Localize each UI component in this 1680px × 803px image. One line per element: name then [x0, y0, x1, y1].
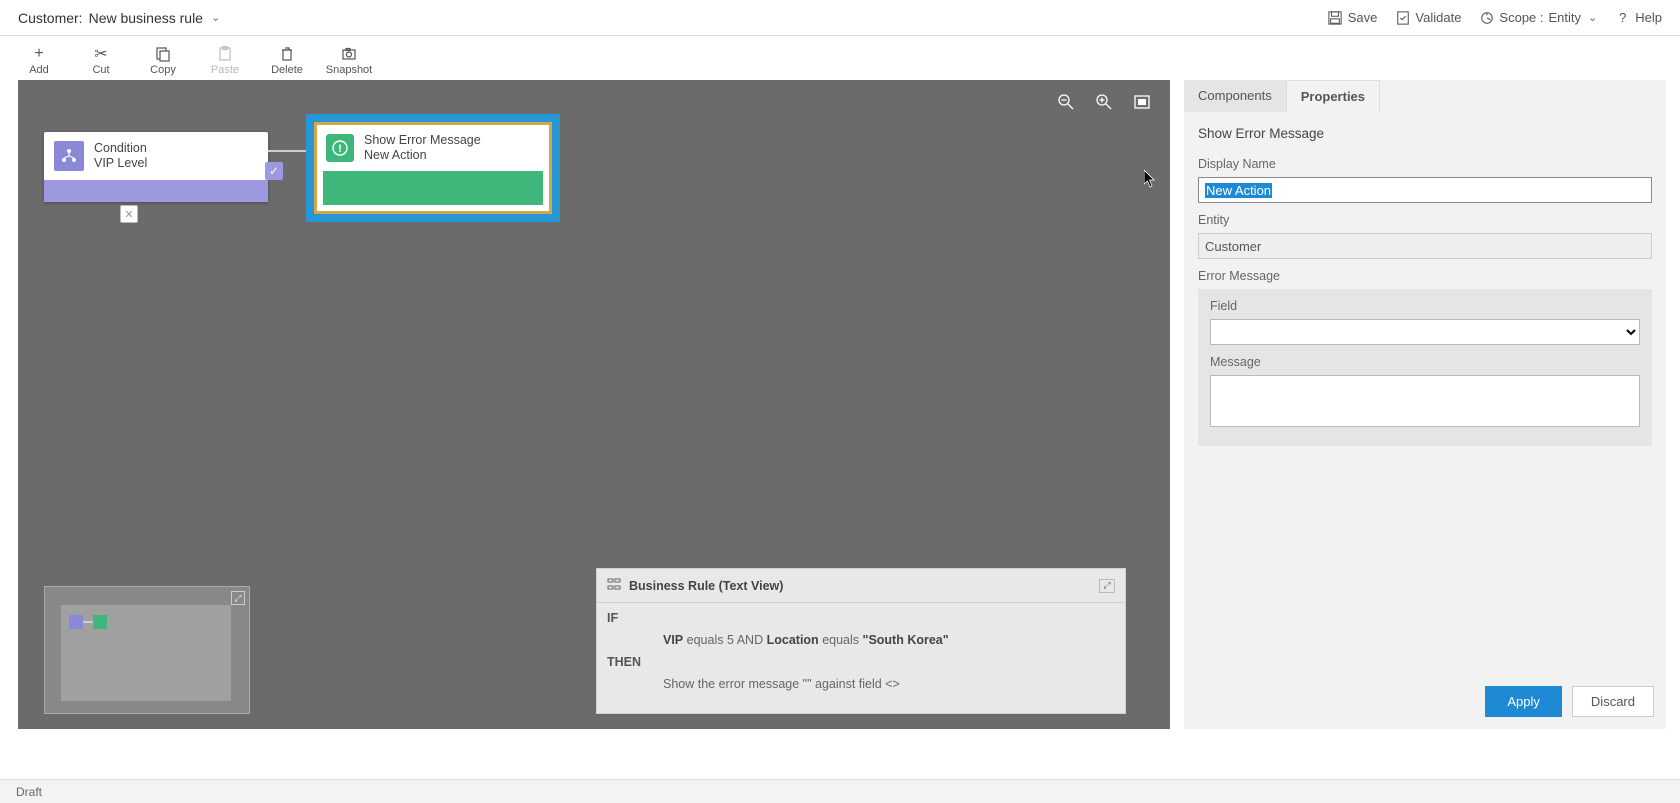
condition-title: Condition [94, 141, 147, 156]
add-button[interactable]: + Add [10, 44, 68, 76]
validate-icon [1395, 10, 1410, 25]
text-view-title: Business Rule (Text View) [629, 579, 783, 593]
paste-button: Paste [196, 44, 254, 76]
save-icon [1328, 10, 1343, 25]
copy-button[interactable]: Copy [134, 44, 192, 76]
status-bar: Draft [0, 779, 1680, 803]
action-title: Show Error Message [364, 133, 481, 148]
error-message-label: Error Message [1198, 269, 1652, 283]
svg-text:!: ! [338, 143, 342, 155]
then-action-text: Show the error message "" against field … [663, 677, 900, 691]
entity-input [1198, 233, 1652, 259]
paste-label: Paste [196, 64, 254, 76]
expand-icon[interactable]: ⤢ [231, 591, 245, 605]
chevron-down-icon[interactable]: ⌄ [211, 11, 220, 24]
tab-properties[interactable]: Properties [1286, 80, 1380, 112]
plus-icon: + [10, 44, 68, 64]
cut-button[interactable]: ✂ Cut [72, 44, 130, 76]
delete-button[interactable]: Delete [258, 44, 316, 76]
text-view-icon [607, 577, 621, 594]
save-button[interactable]: Save [1328, 10, 1378, 25]
display-name-input[interactable]: New Action [1198, 177, 1652, 203]
camera-icon [320, 44, 378, 64]
status-text: Draft [16, 785, 42, 799]
trash-icon [258, 44, 316, 64]
if-condition-text: VIP equals 5 AND Location equals "South … [663, 633, 949, 647]
connector-line [268, 150, 306, 152]
save-label: Save [1348, 10, 1378, 25]
apply-button[interactable]: Apply [1485, 686, 1562, 717]
fit-screen-button[interactable] [1132, 92, 1152, 112]
text-view-panel: Business Rule (Text View) ⤢ IF VIP equal… [596, 568, 1126, 714]
field-select[interactable] [1210, 319, 1640, 345]
scope-icon [1479, 10, 1494, 25]
action-node-selected[interactable]: ! Show Error Message New Action [306, 114, 560, 222]
expand-icon[interactable]: ⤢ [1099, 579, 1115, 593]
minimap-action-node [93, 615, 107, 629]
add-label: Add [10, 64, 68, 76]
entity-label: Entity [1198, 213, 1652, 227]
minimap-condition-node [69, 615, 83, 629]
help-label: Help [1635, 10, 1662, 25]
action-bar: + Add ✂ Cut Copy Paste Delete Snapshot [0, 36, 1680, 80]
validate-button[interactable]: Validate [1395, 10, 1461, 25]
true-branch-icon[interactable]: ✓ [265, 162, 283, 180]
zoom-in-button[interactable] [1094, 92, 1114, 112]
cut-label: Cut [72, 64, 130, 76]
false-branch-icon[interactable]: ✕ [120, 205, 138, 223]
display-name-label: Display Name [1198, 157, 1652, 171]
discard-button[interactable]: Discard [1572, 686, 1654, 717]
if-keyword: IF [607, 611, 663, 625]
chevron-down-icon: ⌄ [1588, 11, 1597, 24]
copy-icon [134, 44, 192, 64]
message-label: Message [1210, 355, 1640, 369]
entity-label: Customer: [18, 10, 83, 26]
paste-icon [196, 44, 254, 64]
help-button[interactable]: ? Help [1615, 10, 1662, 25]
minimap[interactable]: ⤢ [44, 586, 250, 714]
field-label: Field [1210, 299, 1640, 313]
snapshot-button[interactable]: Snapshot [320, 44, 378, 76]
help-icon: ? [1615, 10, 1630, 25]
snapshot-label: Snapshot [320, 64, 378, 76]
validate-label: Validate [1415, 10, 1461, 25]
minimap-connector [83, 621, 93, 623]
minimap-viewport [61, 605, 231, 701]
action-footer [323, 171, 543, 205]
scope-dropdown[interactable]: Scope : Entity ⌄ [1479, 10, 1597, 25]
action-subtitle: New Action [364, 148, 481, 163]
delete-label: Delete [258, 64, 316, 76]
then-keyword: THEN [607, 655, 663, 669]
condition-icon [54, 141, 84, 171]
properties-panel: Components Properties Show Error Message… [1184, 80, 1666, 729]
zoom-out-button[interactable] [1056, 92, 1076, 112]
header-title[interactable]: Customer: New business rule ⌄ [18, 10, 220, 26]
rule-name: New business rule [89, 10, 203, 26]
header-bar: Customer: New business rule ⌄ Save Valid… [0, 0, 1680, 36]
scissors-icon: ✂ [72, 44, 130, 64]
copy-label: Copy [134, 64, 192, 76]
canvas[interactable]: Condition VIP Level ✓ ✕ ! Show Error Mes… [18, 80, 1170, 729]
properties-heading: Show Error Message [1198, 126, 1652, 141]
error-message-icon: ! [326, 134, 354, 162]
message-textarea[interactable] [1210, 375, 1640, 427]
condition-subtitle: VIP Level [94, 156, 147, 171]
condition-footer [44, 180, 268, 202]
condition-node[interactable]: Condition VIP Level ✓ [44, 132, 268, 202]
scope-value: Entity [1549, 10, 1582, 25]
tab-components[interactable]: Components [1184, 80, 1286, 112]
scope-label: Scope : [1499, 10, 1543, 25]
